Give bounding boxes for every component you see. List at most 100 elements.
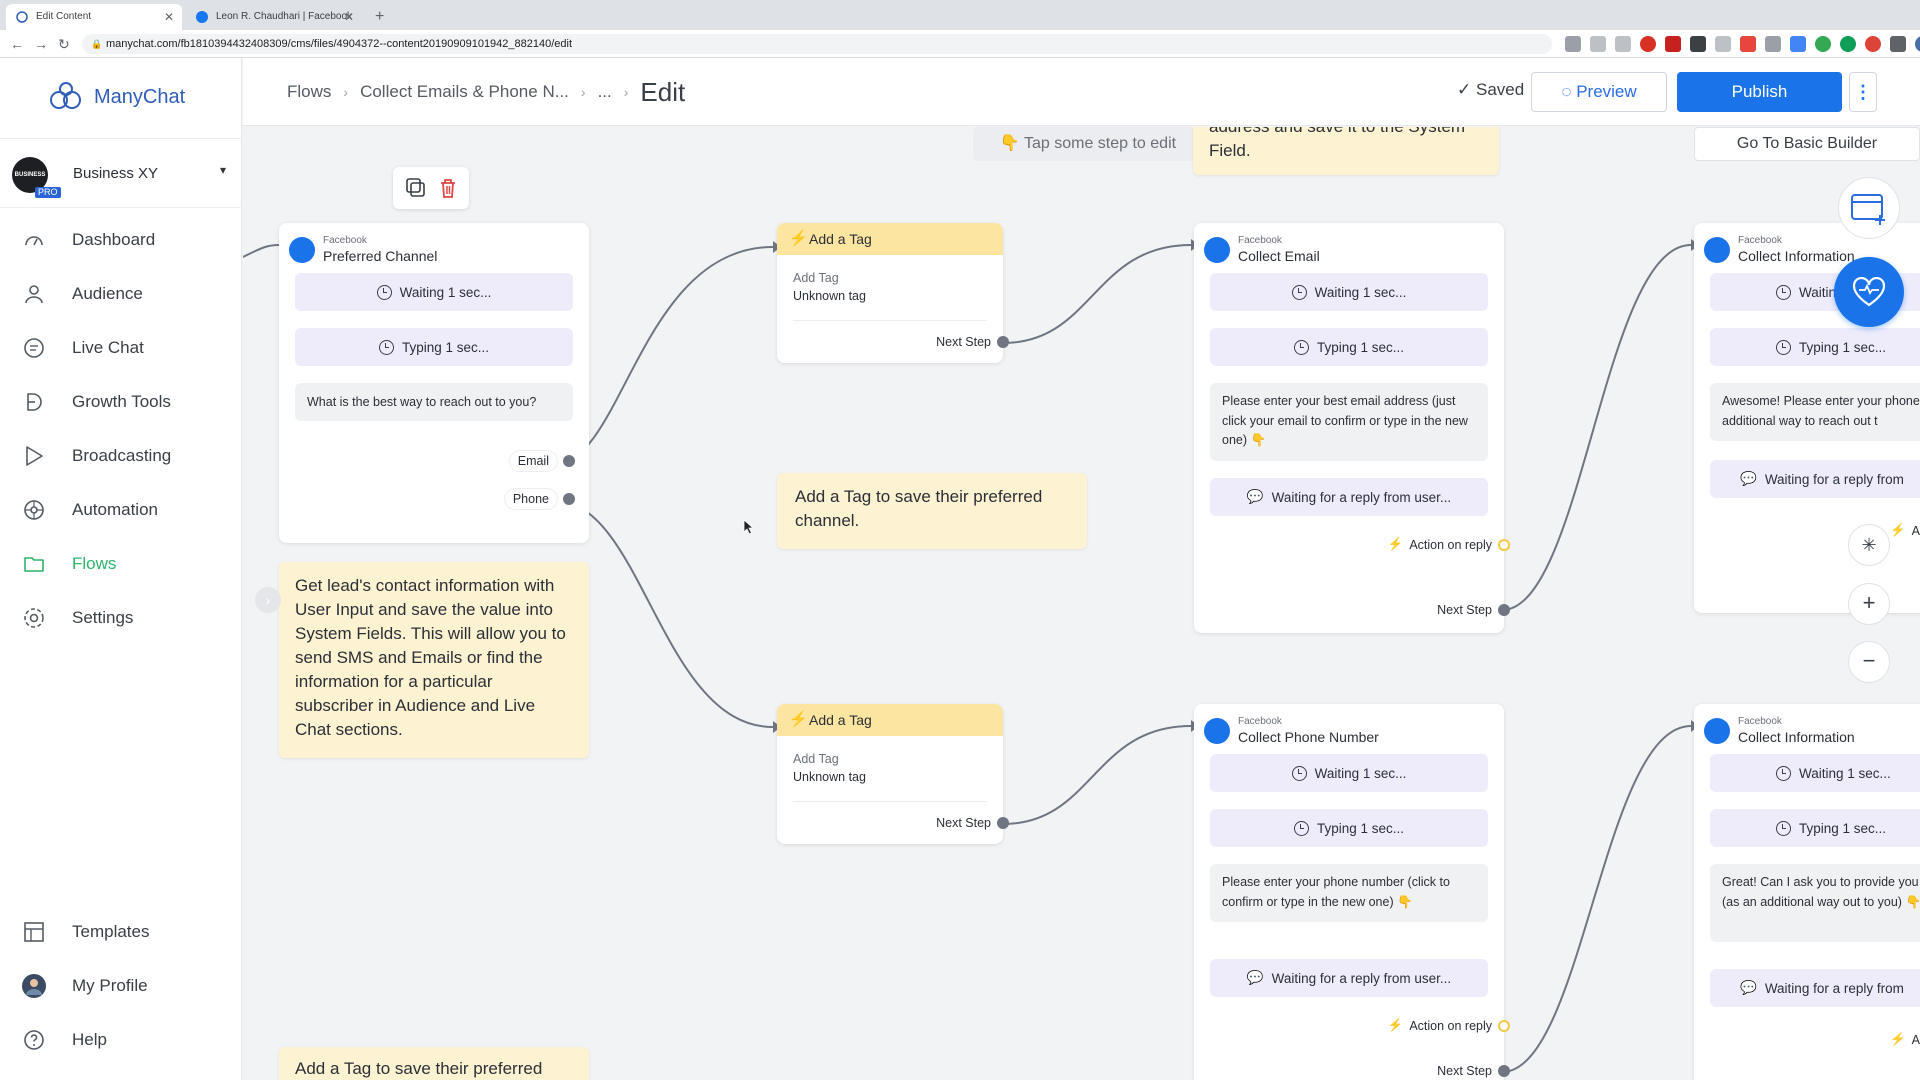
profile-avatar[interactable] bbox=[1915, 36, 1920, 52]
action-on-reply[interactable]: ⚡ Act bbox=[1890, 523, 1920, 538]
new-tab-button[interactable]: + bbox=[375, 4, 384, 30]
waiting-step[interactable]: Waiting 1 sec... bbox=[295, 273, 573, 311]
connector-dot[interactable] bbox=[563, 493, 575, 505]
waiting-step[interactable]: Waiting 1 sec... bbox=[1710, 754, 1920, 792]
sidebar-item-flows[interactable]: Flows bbox=[0, 542, 242, 586]
sidebar-item-audience[interactable]: Audience bbox=[0, 272, 242, 316]
extension-icon[interactable] bbox=[1665, 36, 1681, 52]
message-text[interactable]: Please enter your best email address (ju… bbox=[1210, 383, 1488, 461]
publish-button[interactable]: Publish bbox=[1677, 72, 1842, 112]
reload-icon[interactable]: ↻ bbox=[58, 34, 70, 54]
forward-icon[interactable]: → bbox=[34, 34, 48, 54]
sidebar-item-my-profile[interactable]: My Profile bbox=[0, 964, 242, 1008]
message-text[interactable]: Great! Can I ask you to provide you emai… bbox=[1710, 864, 1920, 942]
note-system-field[interactable]: address and save it to the System Field. bbox=[1193, 127, 1499, 175]
zoom-in-button[interactable]: + bbox=[1848, 583, 1890, 625]
typing-step[interactable]: Typing 1 sec... bbox=[1710, 809, 1920, 847]
node-add-tag-bottom[interactable]: ⚡ Add a Tag Add Tag Unknown tag Next Ste… bbox=[777, 704, 1009, 844]
user-input-step[interactable]: 💬 Waiting for a reply from bbox=[1710, 969, 1920, 1007]
extension-icon[interactable] bbox=[1790, 36, 1806, 52]
next-step[interactable]: Next Step bbox=[936, 816, 1009, 830]
user-input-step[interactable]: 💬 Waiting for a reply from user... bbox=[1210, 959, 1488, 997]
manychat-logo[interactable]: ManyChat bbox=[48, 78, 185, 116]
sidebar-item-growth-tools[interactable]: Growth Tools bbox=[0, 380, 242, 424]
message-text[interactable]: Awesome! Please enter your phone (as an … bbox=[1710, 383, 1920, 441]
back-icon[interactable]: ← bbox=[10, 34, 24, 54]
breadcrumb-ellipsis[interactable]: ... bbox=[598, 82, 612, 102]
typing-step[interactable]: Typing 1 sec... bbox=[1210, 809, 1488, 847]
next-step[interactable]: Next Step bbox=[936, 335, 1009, 349]
quick-reply-email[interactable]: Email bbox=[509, 451, 575, 471]
url-field[interactable]: 🔒 manychat.com/fb181039443240830​9/cms/f… bbox=[82, 34, 1552, 54]
account-switcher[interactable]: BUSINESS XY PRO Business XY ▾ bbox=[0, 138, 242, 214]
note-lead-info[interactable]: Get lead's contact information with User… bbox=[279, 562, 589, 758]
action-on-reply[interactable]: ⚡ Act bbox=[1890, 1032, 1920, 1047]
node-preferred-channel[interactable]: Facebook Preferred Channel Waiting 1 sec… bbox=[279, 223, 589, 543]
extension-icon[interactable] bbox=[1840, 36, 1856, 52]
tag-value[interactable]: Unknown tag bbox=[793, 770, 866, 784]
sidebar-item-help[interactable]: Help bbox=[0, 1018, 242, 1062]
chevron-right-icon[interactable]: › bbox=[255, 587, 281, 613]
typing-step[interactable]: Typing 1 sec... bbox=[1210, 328, 1488, 366]
connector-dot[interactable] bbox=[1498, 538, 1510, 551]
typing-step[interactable]: Typing 1 sec... bbox=[1710, 328, 1920, 366]
health-check-button[interactable] bbox=[1834, 257, 1904, 327]
extension-icon[interactable] bbox=[1740, 36, 1756, 52]
node-collect-email[interactable]: Facebook Collect Email Waiting 1 sec... … bbox=[1194, 223, 1510, 633]
extension-icon[interactable] bbox=[1865, 36, 1881, 52]
user-input-step[interactable]: 💬 Waiting for a reply from user... bbox=[1210, 478, 1488, 516]
trash-icon[interactable] bbox=[437, 177, 459, 199]
sidebar-item-live-chat[interactable]: Live Chat bbox=[0, 326, 242, 370]
extension-icon[interactable] bbox=[1765, 36, 1781, 52]
connector-dot[interactable] bbox=[1498, 604, 1510, 616]
next-step[interactable]: Next Step bbox=[1437, 603, 1510, 617]
sidebar-item-templates[interactable]: Templates bbox=[0, 910, 242, 954]
preview-button[interactable]: ◌ Preview bbox=[1531, 72, 1667, 112]
magic-wand-button[interactable]: ✳ bbox=[1848, 524, 1890, 566]
connector-dot[interactable] bbox=[997, 817, 1009, 829]
node-collect-information-bottom[interactable]: Facebook Collect Information Waiting 1 s… bbox=[1694, 704, 1920, 1080]
breadcrumb-flows[interactable]: Flows bbox=[287, 82, 331, 102]
connector-dot[interactable] bbox=[563, 455, 575, 467]
more-options-button[interactable]: ⋮ bbox=[1849, 72, 1877, 112]
user-input-step[interactable]: 💬 Waiting for a reply from bbox=[1710, 460, 1920, 498]
extension-icon[interactable] bbox=[1815, 36, 1831, 52]
note-add-tag[interactable]: Add a Tag to save their preferred channe… bbox=[777, 473, 1087, 549]
add-step-button[interactable] bbox=[1838, 177, 1900, 239]
extension-icon[interactable] bbox=[1715, 36, 1731, 52]
action-on-reply[interactable]: ⚡ Action on reply bbox=[1388, 1018, 1510, 1033]
sidebar-item-settings[interactable]: Settings bbox=[0, 596, 242, 640]
flow-canvas[interactable]: 👇 Tap some step to edit address and save… bbox=[243, 127, 1920, 1080]
sidebar-item-automation[interactable]: Automation bbox=[0, 488, 242, 532]
sidebar-item-dashboard[interactable]: Dashboard bbox=[0, 218, 242, 262]
zoom-icon[interactable] bbox=[1590, 36, 1606, 52]
facebook-extension-icon[interactable] bbox=[1690, 36, 1706, 52]
star-icon[interactable] bbox=[1615, 36, 1631, 52]
copy-icon[interactable] bbox=[405, 177, 427, 199]
go-to-basic-builder-button[interactable]: Go To Basic Builder bbox=[1694, 127, 1920, 161]
quick-reply-phone[interactable]: Phone bbox=[504, 489, 575, 509]
node-collect-phone[interactable]: Facebook Collect Phone Number Waiting 1 … bbox=[1194, 704, 1510, 1080]
next-step[interactable]: Next Step bbox=[1437, 1064, 1510, 1078]
extension-icon[interactable] bbox=[1890, 36, 1906, 52]
action-on-reply[interactable]: ⚡ Action on reply bbox=[1388, 537, 1510, 552]
browser-tab-facebook[interactable]: Leon R. Chaudhari | Facebook ✕ bbox=[186, 4, 362, 30]
waiting-step[interactable]: Waiting 1 sec... bbox=[1210, 754, 1488, 792]
waiting-step[interactable]: Waiting 1 sec... bbox=[1210, 273, 1488, 311]
extension-icon[interactable] bbox=[1640, 36, 1656, 52]
connector-dot[interactable] bbox=[997, 336, 1009, 348]
chevron-down-icon[interactable]: ▾ bbox=[220, 163, 226, 177]
connector-dot[interactable] bbox=[1498, 1019, 1510, 1032]
node-add-tag-top[interactable]: ⚡ Add a Tag Add Tag Unknown tag Next Ste… bbox=[777, 223, 1009, 363]
message-text[interactable]: What is the best way to reach out to you… bbox=[295, 383, 573, 421]
tag-value[interactable]: Unknown tag bbox=[793, 289, 866, 303]
connector-dot[interactable] bbox=[1498, 1065, 1510, 1077]
close-icon[interactable]: ✕ bbox=[164, 4, 174, 30]
browser-tab-edit-content[interactable]: Edit Content ✕ bbox=[6, 4, 182, 30]
note-add-tag-bottom[interactable]: Add a Tag to save their preferred bbox=[279, 1047, 589, 1080]
translate-icon[interactable] bbox=[1565, 36, 1581, 52]
message-text[interactable]: Please enter your phone number (click to… bbox=[1210, 864, 1488, 922]
zoom-out-button[interactable]: − bbox=[1848, 641, 1890, 683]
sidebar-item-broadcasting[interactable]: Broadcasting bbox=[0, 434, 242, 478]
breadcrumb-flow-name[interactable]: Collect Emails & Phone N... bbox=[360, 82, 569, 102]
